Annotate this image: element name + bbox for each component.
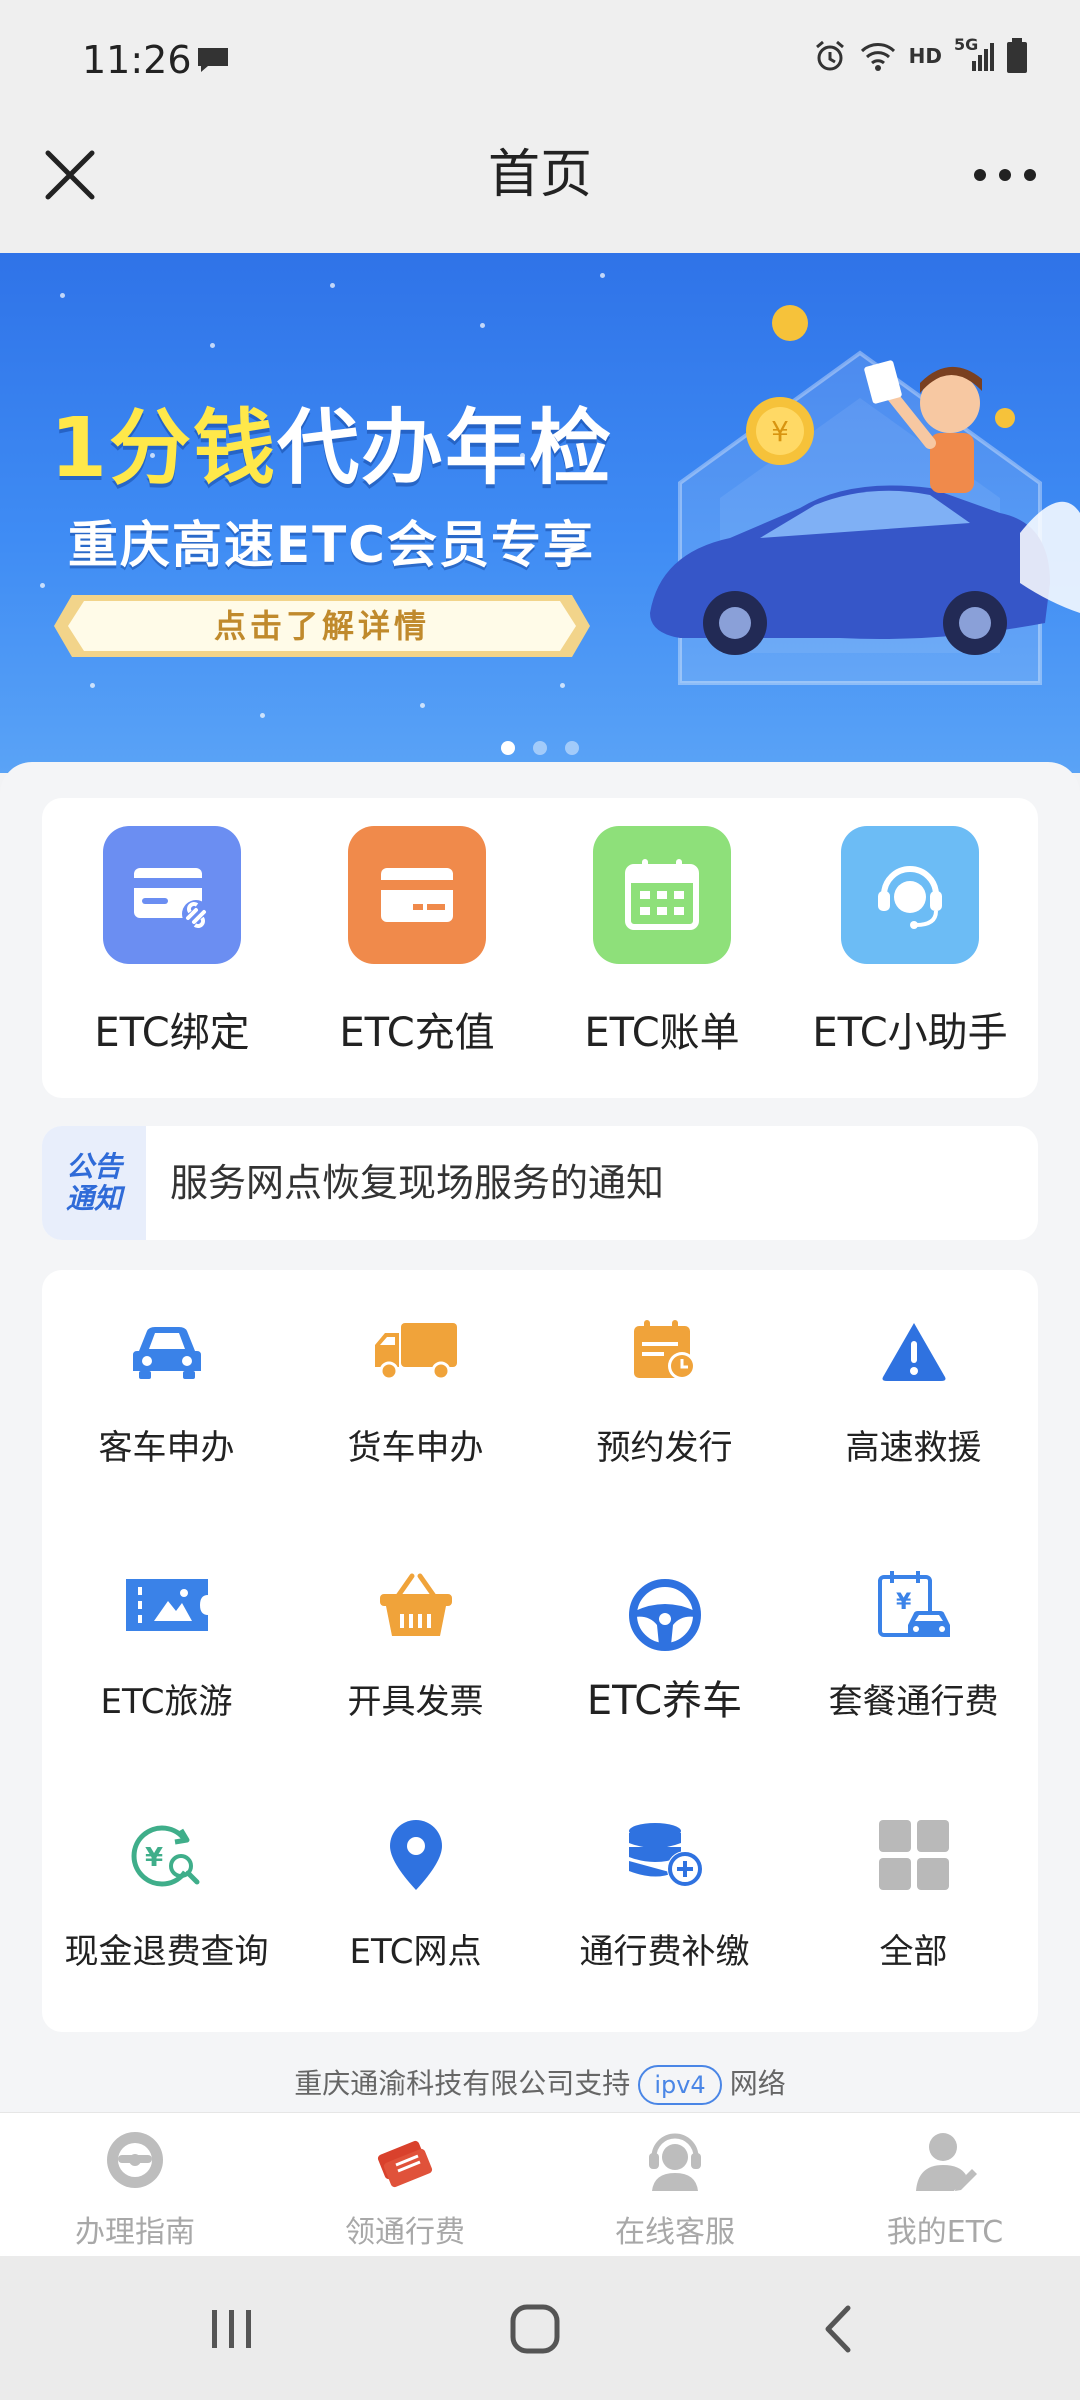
service-appointment[interactable]: 预约发行 [540, 1306, 789, 1469]
ticket-icon [117, 1560, 217, 1650]
grid-icon [864, 1810, 964, 1900]
coins-add-icon [615, 1810, 715, 1900]
tab-my-etc[interactable]: 我的ETC [810, 2129, 1080, 2251]
tab-online-service[interactable]: 在线客服 [540, 2129, 810, 2251]
headset-agent-icon [841, 826, 979, 964]
system-navigation-bar [0, 2256, 1080, 2400]
banner-cta-button[interactable]: 点击了解详情 [50, 591, 594, 661]
alarm-icon [815, 40, 844, 71]
message-icon [198, 48, 228, 72]
user-icon [916, 2133, 977, 2191]
tab-guide[interactable]: 办理指南 [0, 2129, 270, 2251]
status-time: 11:26 [82, 38, 192, 82]
car-icon [117, 1306, 217, 1396]
signal-icon: 5G [954, 35, 994, 73]
service-etc-travel[interactable]: ETC旅游 [42, 1560, 291, 1723]
toll-package-icon: ¥ [864, 1560, 964, 1650]
steering-wheel-icon [107, 2132, 163, 2188]
banner-subtitle: 重庆高速ETC会员专享 [68, 516, 595, 574]
banner-headline: 1分钱代办年检 [50, 401, 614, 496]
card-recharge-icon [348, 826, 486, 964]
customer-service-icon [649, 2133, 701, 2191]
recent-apps-icon[interactable] [192, 2296, 272, 2362]
svg-text:¥: ¥ [145, 1843, 163, 1873]
service-car-care[interactable]: ETC养车 [540, 1560, 789, 1726]
calendar-clock-icon [615, 1306, 715, 1396]
banner-pagination [0, 741, 1080, 755]
ipv4-badge: ipv4 [638, 2065, 722, 2105]
quick-actions-card: ETC绑定 ETC充值 ETC账单 ETC小助手 [42, 798, 1038, 1098]
calendar-icon [593, 826, 731, 964]
banner-dot[interactable] [501, 741, 515, 755]
banner-dot[interactable] [565, 741, 579, 755]
svg-text:¥: ¥ [771, 415, 789, 448]
more-menu-icon[interactable] [970, 153, 1040, 197]
notice-bar[interactable]: 公告 通知 服务网点恢复现场服务的通知 [42, 1126, 1038, 1240]
battery-icon [1007, 38, 1027, 73]
steering-wheel-icon [615, 1560, 715, 1651]
service-road-rescue[interactable]: 高速救援 [789, 1306, 1038, 1469]
promo-banner[interactable]: 1分钱代办年检 重庆高速ETC会员专享 点击了解详情 ¥ [0, 253, 1080, 773]
wifi-icon [860, 43, 895, 71]
truck-icon [366, 1306, 466, 1396]
service-all[interactable]: 全部 [789, 1810, 1038, 1973]
tab-toll-claim[interactable]: 领通行费 [270, 2129, 540, 2251]
quick-action-etc-assistant[interactable]: ETC小助手 [790, 826, 1030, 1058]
support-footer: 重庆通渝科技有限公司支持 ipv4 网络 [0, 2062, 1080, 2105]
warning-icon [864, 1306, 964, 1396]
back-icon[interactable] [800, 2296, 880, 2362]
page-title: 首页 [487, 145, 592, 205]
banner-dot[interactable] [533, 741, 547, 755]
network-hd-label: HD [908, 44, 942, 68]
bottom-tab-bar: 办理指南 领通行费 在线客服 我的ETC [0, 2112, 1080, 2256]
home-icon[interactable] [495, 2296, 575, 2362]
svg-text:¥: ¥ [896, 1590, 912, 1615]
quick-action-etc-recharge[interactable]: ETC充值 [297, 826, 537, 1058]
title-bar: 首页 [0, 125, 1080, 253]
notice-text: 服务网点恢复现场服务的通知 [170, 1161, 665, 1205]
home-content: ETC绑定 ETC充值 ETC账单 ETC小助手 公告 通知 服务网点恢复现场服务… [0, 762, 1080, 2112]
status-icons: HD 5G [813, 35, 1028, 74]
card-link-icon [103, 826, 241, 964]
services-grid: 客车申办 货车申办 预约发行 高速救援 ETC旅游 开具发票 ETC养车 ¥ 套… [42, 1270, 1038, 2032]
quick-action-etc-bind[interactable]: ETC绑定 [52, 826, 292, 1058]
basket-icon [366, 1560, 466, 1650]
status-bar: 11:26 HD 5G [0, 0, 1080, 125]
refund-search-icon: ¥ [117, 1810, 217, 1900]
car-illustration: ¥ [650, 305, 1080, 685]
service-etc-outlets[interactable]: ETC网点 [291, 1810, 540, 1973]
tickets-icon [377, 2140, 433, 2188]
quick-action-etc-bill[interactable]: ETC账单 [542, 826, 782, 1058]
service-toll-package[interactable]: ¥ 套餐通行费 [789, 1560, 1038, 1723]
service-truck[interactable]: 货车申办 [291, 1306, 540, 1469]
location-pin-icon [366, 1810, 466, 1900]
service-cash-refund-query[interactable]: ¥ 现金退费查询 [42, 1810, 291, 1973]
service-toll-repayment[interactable]: 通行费补缴 [540, 1810, 789, 1973]
service-invoice[interactable]: 开具发票 [291, 1560, 540, 1723]
service-passenger-car[interactable]: 客车申办 [42, 1306, 291, 1469]
notice-tag: 公告 通知 [42, 1126, 146, 1240]
